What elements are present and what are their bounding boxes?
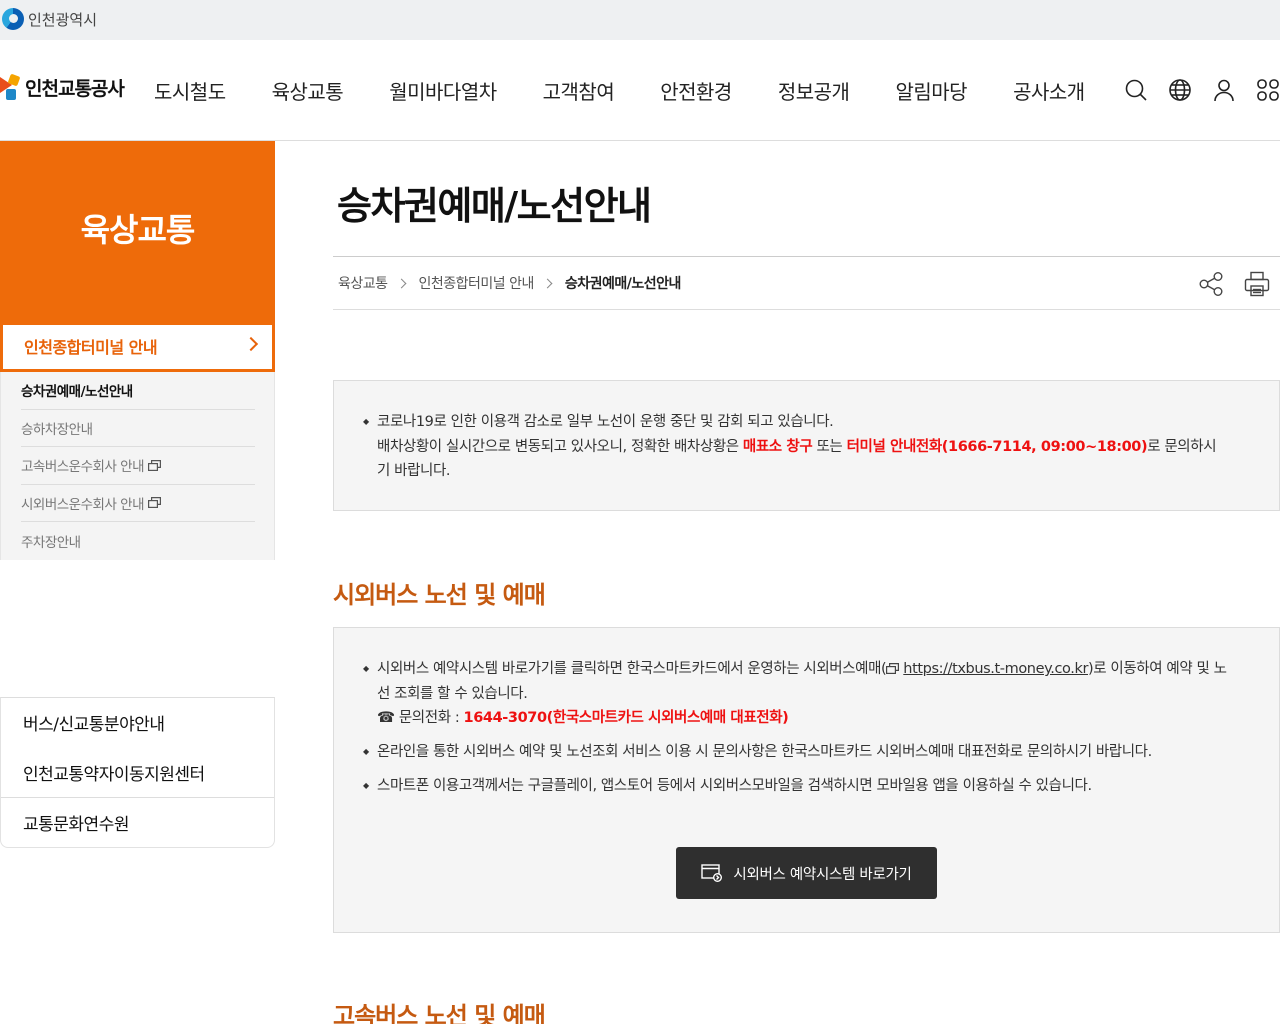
sub-item-label: 시외버스운수회사 안내 [21, 496, 145, 513]
sidebar-active-label: 인천종합터미널 안내 [24, 338, 158, 357]
gov-bar: 인천광역시 [0, 0, 1280, 40]
notice-conj: 또는 [812, 438, 847, 455]
gov-name: 인천광역시 [28, 10, 98, 29]
button-label: 시외버스 예약시스템 바로가기 [733, 866, 912, 883]
sidebar-heading: 육상교통 [0, 141, 275, 322]
breadcrumb-item[interactable]: 인천종합터미널 안내 [419, 273, 535, 293]
nav-item-safety[interactable]: 안전환경 [660, 76, 732, 105]
intercity-booking-button[interactable]: 시외버스 예약시스템 바로가기 [676, 847, 937, 899]
search-icon[interactable] [1124, 78, 1148, 102]
ticket-counter-text: 매표소 창구 [742, 438, 813, 455]
new-window-icon [148, 497, 161, 509]
print-icon[interactable] [1243, 270, 1271, 298]
brand-name: 인천교통공사 [25, 78, 125, 100]
sidebar-item-terminal-guide[interactable]: 인천종합터미널 안내 [0, 322, 275, 372]
nav-item-wolmi-train[interactable]: 월미바다열차 [389, 76, 497, 105]
page-utilities [1197, 270, 1271, 298]
sub-item-express-companies[interactable]: 고속버스운수회사 안내 [21, 447, 255, 485]
brand-logo[interactable]: 인천교통공사 [0, 73, 125, 101]
notice-text: 코로나19로 인한 이용객 감소로 일부 노선이 운행 중단 및 감회 되고 있… [363, 410, 1227, 484]
terminal-phone-text: 터미널 안내전화(1666-7114, 09:00~18:00) [846, 438, 1148, 455]
sub-item-label: 고속버스운수회사 안내 [21, 459, 145, 476]
divider [333, 256, 1280, 257]
nav-item-land-transport[interactable]: 육상교통 [272, 76, 344, 105]
ictr-logo-icon [0, 73, 22, 101]
main-nav: 도시철도 육상교통 월미바다열차 고객참여 안전환경 정보공개 알림마당 공사소… [154, 76, 1085, 105]
breadcrumb-current: 승차권예매/노선안내 [564, 276, 682, 292]
external-window-icon [701, 864, 723, 882]
nav-item-disclosure[interactable]: 정보공개 [778, 76, 850, 105]
nav-item-about[interactable]: 공사소개 [1013, 76, 1085, 105]
phone-label: ☎ 문의전화 : [377, 710, 464, 726]
nav-item-customer[interactable]: 고객참여 [543, 76, 615, 105]
intercity-bullet-1: 시외버스 예약시스템 바로가기를 클릭하면 한국스마트카드에서 운영하는 시외버… [363, 657, 1227, 731]
sidebar-sub-menu: 승차권예매/노선안내 승하차장안내 고속버스운수회사 안내 시외버스운수회사 안… [0, 372, 275, 560]
sub-item-label: 승하차장안내 [21, 421, 93, 438]
chevron-right-icon [243, 336, 259, 352]
nav-item-notice[interactable]: 알림마당 [895, 76, 967, 105]
intercity-bullet-2: 온라인을 통한 시외버스 예약 및 노선조회 서비스 이용 시 문의사항은 한국… [363, 740, 1227, 765]
bullet-text: 시외버스 예약시스템 바로가기를 클릭하면 한국스마트카드에서 운영하는 시외버… [377, 661, 887, 677]
site-header: 인천교통공사 도시철도 육상교통 월미바다열차 고객참여 안전환경 정보공개 알… [0, 40, 1280, 141]
header-utilities [1124, 78, 1280, 102]
new-window-icon [886, 663, 900, 674]
sub-item-intercity-companies[interactable]: 시외버스운수회사 안내 [21, 485, 255, 522]
sub-item-ticket-route[interactable]: 승차권예매/노선안내 [21, 372, 255, 410]
sub-item-boarding[interactable]: 승하차장안내 [21, 410, 255, 447]
notice-line-2: 배차상황이 실시간으로 변동되고 있사오니, 정확한 배차상황은 [377, 438, 743, 455]
chevron-right-icon [396, 278, 406, 288]
intercity-info-box: 시외버스 예약시스템 바로가기를 클릭하면 한국스마트카드에서 운영하는 시외버… [333, 627, 1280, 933]
sidebar-item-mobility-center[interactable]: 인천교통약자이동지원센터 [1, 748, 274, 798]
intercity-bullet-3: 스마트폰 이용고객께서는 구글플레이, 앱스토어 등에서 시외버스모바일을 검색… [363, 774, 1227, 799]
sidebar: 육상교통 인천종합터미널 안내 승차권예매/노선안내 승하차장안내 고속버스운수… [0, 141, 275, 848]
incheon-city-logo[interactable]: 인천광역시 [2, 8, 97, 30]
breadcrumb: 육상교통 인천종합터미널 안내 승차권예매/노선안내 [338, 273, 681, 293]
incheon-emblem-icon [2, 8, 24, 30]
divider [333, 309, 1280, 310]
user-icon[interactable] [1212, 78, 1236, 102]
globe-icon[interactable] [1168, 78, 1192, 102]
notice-line-1: 코로나19로 인한 이용객 감소로 일부 노선이 운행 중단 및 감회 되고 있… [377, 414, 834, 430]
page-title: 승차권예매/노선안내 [337, 184, 652, 228]
txbus-link[interactable]: https://txbus.t-money.co.kr [903, 661, 1088, 677]
sidebar-item-bus-new-transport[interactable]: 버스/신교통분야안내 [1, 698, 274, 748]
new-window-icon [148, 459, 161, 471]
sub-item-label: 주차장안내 [21, 534, 81, 551]
notice-box: 코로나19로 인한 이용객 감소로 일부 노선이 운행 중단 및 감회 되고 있… [333, 380, 1280, 511]
phone-value: 1644-3070(한국스마트카드 시외버스예매 대표전화) [463, 710, 789, 726]
section-heading-intercity: 시외버스 노선 및 예매 [333, 581, 546, 609]
section-heading-express: 고속버스 노선 및 예매 [333, 1002, 546, 1024]
share-icon[interactable] [1197, 270, 1225, 298]
sidebar-item-traffic-culture[interactable]: 교통문화연수원 [1, 797, 274, 847]
chevron-right-icon [542, 278, 553, 288]
sidebar-links: 버스/신교통분야안내 인천교통약자이동지원센터 교통문화연수원 [0, 697, 275, 848]
sub-item-label: 승차권예매/노선안내 [21, 384, 133, 401]
phone-line: ☎ 문의전화 : 1644-3070(한국스마트카드 시외버스예매 대표전화) [377, 706, 1227, 731]
sub-item-parking[interactable]: 주차장안내 [21, 522, 255, 560]
breadcrumb-item[interactable]: 육상교통 [338, 273, 388, 293]
sitemap-icon[interactable] [1256, 78, 1280, 102]
nav-item-metro[interactable]: 도시철도 [154, 76, 226, 105]
